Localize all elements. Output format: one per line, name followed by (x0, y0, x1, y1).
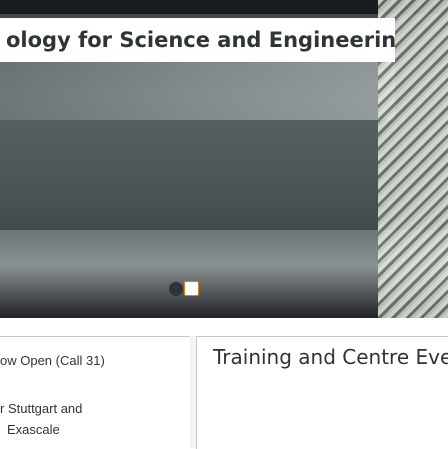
carousel-dot-next[interactable] (184, 281, 199, 296)
training-card-title[interactable]: Training and Centre Even (213, 345, 448, 369)
news-item-open-call[interactable]: ow Open (Call 31) (0, 353, 105, 368)
news-item-exascale[interactable]: Exascale (7, 422, 60, 437)
training-card[interactable]: Training and Centre Even (196, 336, 448, 449)
hero-banner: ology for Science and Engineering (0, 0, 448, 318)
hero-title[interactable]: ology for Science and Engineering (0, 18, 395, 62)
news-card-left[interactable]: ow Open (Call 31) r Stuttgart and Exasca… (0, 336, 190, 449)
hero-image-glass (0, 60, 395, 120)
carousel-dot-active[interactable] (169, 282, 183, 296)
news-item-stuttgart[interactable]: r Stuttgart and (0, 401, 82, 416)
